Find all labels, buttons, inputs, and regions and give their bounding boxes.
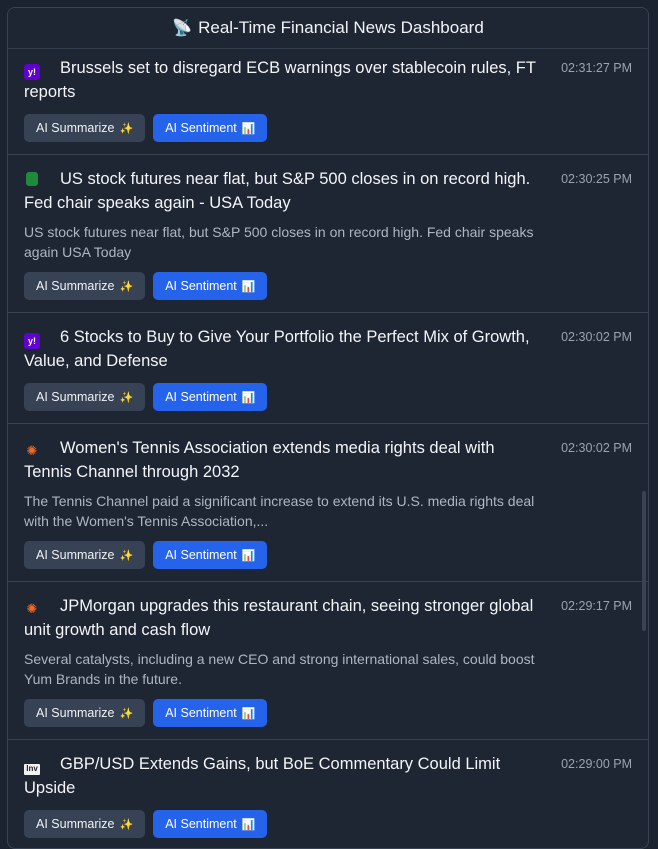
news-item[interactable]: Inv GBP/USD Extends Gains, but BoE Commen… xyxy=(8,740,648,848)
news-title[interactable]: JPMorgan upgrades this restaurant chain,… xyxy=(24,597,533,639)
news-item[interactable]: y! 6 Stocks to Buy to Give Your Portfolio… xyxy=(8,313,648,424)
news-timestamp: 02:30:02 PM xyxy=(561,330,632,344)
sparkles-icon: ✨ xyxy=(119,549,134,562)
ai-summarize-label: AI Summarize xyxy=(36,279,115,293)
ai-sentiment-label: AI Sentiment xyxy=(165,706,237,720)
bar-chart-icon: 📊 xyxy=(241,391,256,404)
news-title[interactable]: US stock futures near flat, but S&P 500 … xyxy=(24,170,530,212)
dashboard-header: 📡 Real-Time Financial News Dashboard xyxy=(8,8,648,49)
ai-summarize-button[interactable]: AI Summarize ✨ xyxy=(24,272,146,300)
news-description: US stock futures near flat, but S&P 500 … xyxy=(24,224,534,260)
ai-sentiment-button[interactable]: AI Sentiment 📊 xyxy=(153,272,268,300)
news-description: The Tennis Channel paid a significant in… xyxy=(24,493,535,529)
sparkles-icon: ✨ xyxy=(119,122,134,135)
ai-sentiment-label: AI Sentiment xyxy=(165,279,237,293)
ai-summarize-label: AI Summarize xyxy=(36,390,115,404)
yahoo-icon: y! xyxy=(24,64,40,80)
sparkles-icon: ✨ xyxy=(119,818,134,831)
news-timestamp: 02:30:02 PM xyxy=(561,441,632,455)
bar-chart-icon: 📊 xyxy=(241,549,256,562)
news-item[interactable]: y! Brussels set to disregard ECB warnings… xyxy=(8,42,648,155)
ai-sentiment-button[interactable]: AI Sentiment 📊 xyxy=(153,541,268,569)
news-timestamp: 02:29:17 PM xyxy=(561,599,632,613)
ai-summarize-label: AI Summarize xyxy=(36,548,115,562)
news-title[interactable]: GBP/USD Extends Gains, but BoE Commentar… xyxy=(24,755,500,797)
ai-sentiment-label: AI Sentiment xyxy=(165,548,237,562)
ai-summarize-button[interactable]: AI Summarize ✨ xyxy=(24,699,146,727)
ai-summarize-button[interactable]: AI Summarize ✨ xyxy=(24,114,146,142)
bar-chart-icon: 📊 xyxy=(241,707,256,720)
investing-icon: Inv xyxy=(24,764,40,775)
news-item[interactable]: US stock futures near flat, but S&P 500 … xyxy=(8,155,648,313)
news-item[interactable]: ✺ JPMorgan upgrades this restaurant chain… xyxy=(8,582,648,740)
ai-sentiment-button[interactable]: AI Sentiment 📊 xyxy=(153,699,268,727)
sparkles-icon: ✨ xyxy=(119,707,134,720)
bar-chart-icon: 📊 xyxy=(241,280,256,293)
news-list[interactable]: y! Brussels set to disregard ECB warnings… xyxy=(8,42,648,848)
ai-sentiment-button[interactable]: AI Sentiment 📊 xyxy=(153,383,268,411)
news-panel: 📡 Real-Time Financial News Dashboard y! B… xyxy=(7,7,649,849)
ai-sentiment-label: AI Sentiment xyxy=(165,817,237,831)
news-timestamp: 02:29:00 PM xyxy=(561,757,632,771)
sparkles-icon: ✨ xyxy=(119,280,134,293)
news-description: Several catalysts, including a new CEO a… xyxy=(24,651,535,687)
news-timestamp: 02:31:27 PM xyxy=(561,61,632,75)
nbc-icon: ✺ xyxy=(26,601,38,616)
news-title-row[interactable]: Inv GBP/USD Extends Gains, but BoE Commen… xyxy=(24,752,556,800)
ai-summarize-button[interactable]: AI Summarize ✨ xyxy=(24,383,146,411)
news-title-row[interactable]: ✺ JPMorgan upgrades this restaurant chain… xyxy=(24,594,556,642)
nbc-icon: ✺ xyxy=(26,443,38,458)
marketwatch-icon xyxy=(26,172,38,186)
ai-summarize-button[interactable]: AI Summarize ✨ xyxy=(24,541,146,569)
sparkles-icon: ✨ xyxy=(119,391,134,404)
ai-sentiment-button[interactable]: AI Sentiment 📊 xyxy=(153,114,268,142)
ai-summarize-label: AI Summarize xyxy=(36,706,115,720)
satellite-icon: 📡 xyxy=(172,20,193,37)
bar-chart-icon: 📊 xyxy=(241,122,256,135)
news-timestamp: 02:30:25 PM xyxy=(561,172,632,186)
ai-sentiment-label: AI Sentiment xyxy=(165,390,237,404)
news-title-row[interactable]: y! 6 Stocks to Buy to Give Your Portfolio… xyxy=(24,325,556,373)
ai-summarize-label: AI Summarize xyxy=(36,817,115,831)
news-item[interactable]: ✺ Women's Tennis Association extends medi… xyxy=(8,424,648,582)
ai-sentiment-label: AI Sentiment xyxy=(165,121,237,135)
ai-sentiment-button[interactable]: AI Sentiment 📊 xyxy=(153,810,268,838)
scrollbar-thumb[interactable] xyxy=(642,491,646,631)
page-title: Real-Time Financial News Dashboard xyxy=(198,18,484,37)
news-title[interactable]: 6 Stocks to Buy to Give Your Portfolio t… xyxy=(24,328,530,370)
bar-chart-icon: 📊 xyxy=(241,818,256,831)
news-title[interactable]: Brussels set to disregard ECB warnings o… xyxy=(24,59,536,101)
ai-summarize-button[interactable]: AI Summarize ✨ xyxy=(24,810,146,838)
news-title-row[interactable]: US stock futures near flat, but S&P 500 … xyxy=(24,167,556,215)
news-title-row[interactable]: ✺ Women's Tennis Association extends medi… xyxy=(24,436,556,484)
ai-summarize-label: AI Summarize xyxy=(36,121,115,135)
news-title-row[interactable]: y! Brussels set to disregard ECB warnings… xyxy=(24,56,556,104)
news-title[interactable]: Women's Tennis Association extends media… xyxy=(24,439,495,481)
yahoo-icon: y! xyxy=(24,333,40,349)
